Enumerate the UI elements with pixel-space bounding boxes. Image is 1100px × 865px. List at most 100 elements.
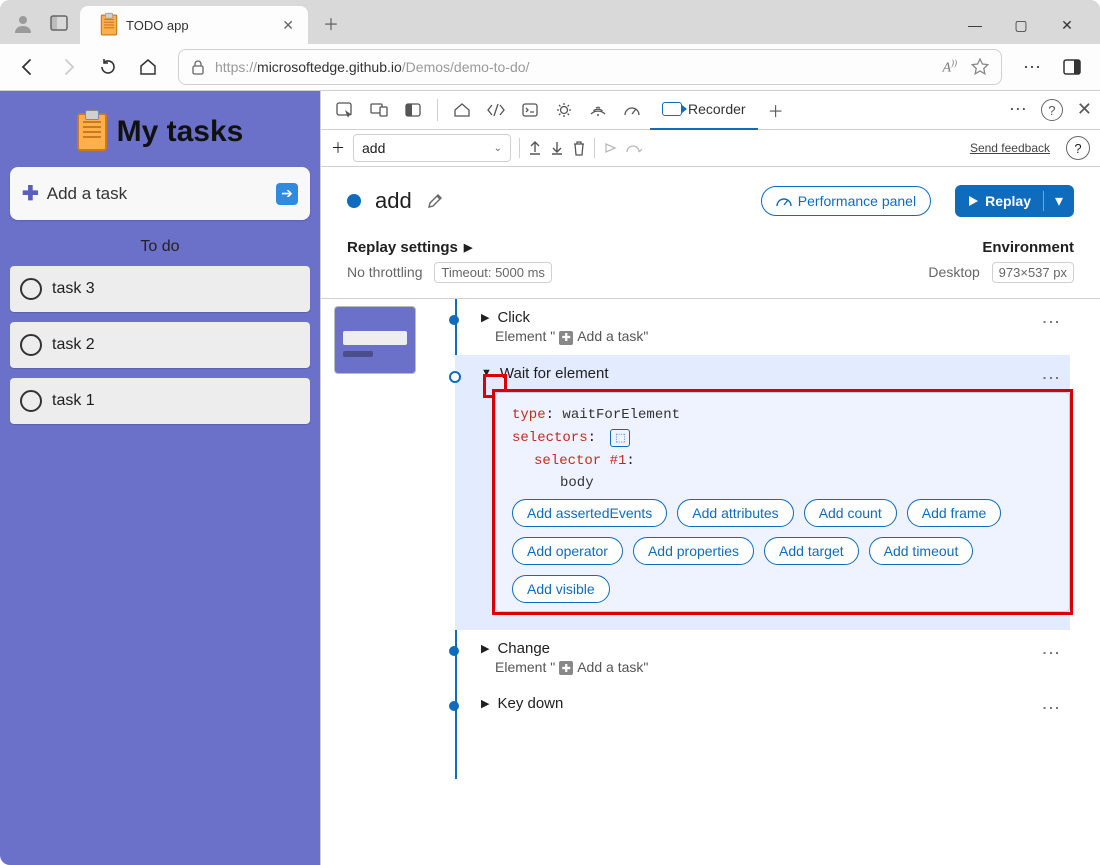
more-tabs-button[interactable]: ＋ <box>760 94 792 126</box>
network-icon[interactable] <box>582 94 614 126</box>
profile-button[interactable] <box>8 8 38 38</box>
plus-icon: ✚ <box>22 181 39 206</box>
step-click[interactable]: ▶Click Element "✚Add a task" ⋮ <box>455 299 1070 355</box>
url-text: https://microsoftedge.github.io/Demos/de… <box>215 59 529 75</box>
tab-favicon <box>101 15 118 36</box>
step-menu-icon[interactable]: ⋮ <box>1040 313 1062 329</box>
add-frame-button[interactable]: Add frame <box>907 499 1002 527</box>
feedback-link[interactable]: Send feedback <box>970 141 1050 155</box>
step-button[interactable] <box>625 142 643 154</box>
step-menu-icon[interactable]: ⋮ <box>1040 369 1062 385</box>
close-devtools-button[interactable]: ✕ <box>1077 99 1092 121</box>
tab-recorder[interactable]: Recorder <box>650 90 758 130</box>
selector-picker-icon[interactable]: ⬚ <box>610 429 630 447</box>
dock-icon[interactable] <box>397 94 429 126</box>
tab-title: TODO app <box>126 18 189 33</box>
add-asserted-events-button[interactable]: Add assertedEvents <box>512 499 667 527</box>
edit-name-icon[interactable] <box>426 192 444 210</box>
browser-toolbar: https://microsoftedge.github.io/Demos/de… <box>0 44 1100 91</box>
add-properties-button[interactable]: Add properties <box>633 537 754 565</box>
forward-button[interactable] <box>50 49 86 85</box>
address-bar[interactable]: https://microsoftedge.github.io/Demos/de… <box>178 49 1002 85</box>
window-controls: — ▢ ✕ <box>960 17 1100 34</box>
more-tools-button[interactable]: ⋯ <box>1009 99 1027 121</box>
back-button[interactable] <box>10 49 46 85</box>
step-wait-for-element[interactable]: ▼ Wait for element ⋮ type: waitForElemen… <box>455 355 1070 630</box>
task-radio[interactable] <box>20 334 42 356</box>
add-task-input[interactable]: ✚ Add a task ➔ <box>10 167 310 220</box>
help-icon[interactable]: ? <box>1041 99 1063 121</box>
recorder-header: add Performance panel Replay ▾ <box>321 167 1100 235</box>
recording-select[interactable]: add ⌄ <box>353 134 511 162</box>
favorite-icon[interactable] <box>971 58 989 76</box>
add-count-button[interactable]: Add count <box>804 499 897 527</box>
task-item[interactable]: task 3 <box>10 266 310 312</box>
steps-list: ▶Click Element "✚Add a task" ⋮ ▼ Wait fo… <box>321 299 1100 865</box>
close-window-button[interactable]: ✕ <box>1052 17 1082 34</box>
step-details: type: waitForElement selectors: ⬚ select… <box>495 392 1070 612</box>
performance-panel-button[interactable]: Performance panel <box>761 186 931 216</box>
add-attributes-button[interactable]: Add attributes <box>677 499 793 527</box>
welcome-icon[interactable] <box>446 94 478 126</box>
recorder-help-icon[interactable]: ? <box>1066 136 1090 160</box>
throttling-value: No throttling <box>347 264 422 280</box>
menu-button[interactable]: ⋯ <box>1014 49 1050 85</box>
section-title: To do <box>10 238 310 256</box>
import-button[interactable] <box>550 140 564 156</box>
replay-dropdown[interactable]: ▾ <box>1043 191 1074 211</box>
elements-icon[interactable] <box>480 94 512 126</box>
step-change[interactable]: ▶Change Element "✚Add a task" ⋮ <box>455 630 1070 686</box>
delete-button[interactable] <box>572 140 586 156</box>
maximize-button[interactable]: ▢ <box>1006 17 1036 34</box>
close-tab-icon[interactable]: ✕ <box>282 17 294 34</box>
tab-actions-button[interactable] <box>44 8 74 38</box>
task-item[interactable]: task 1 <box>10 378 310 424</box>
step-thumbnail[interactable] <box>335 307 415 373</box>
recording-name: add <box>375 188 412 214</box>
console-icon[interactable] <box>514 94 546 126</box>
replay-button[interactable]: Replay ▾ <box>955 185 1074 217</box>
step-menu-icon[interactable]: ⋮ <box>1040 699 1062 715</box>
submit-arrow-icon[interactable]: ➔ <box>276 183 298 205</box>
chevron-down-icon: ⌄ <box>494 143 502 154</box>
timeout-value: Timeout: 5000 ms <box>434 262 552 283</box>
task-label: task 1 <box>52 392 95 410</box>
add-operator-button[interactable]: Add operator <box>512 537 623 565</box>
reload-button[interactable] <box>90 49 126 85</box>
sources-icon[interactable] <box>548 94 580 126</box>
minimize-button[interactable]: — <box>960 17 990 34</box>
device-value: Desktop <box>928 264 979 280</box>
add-task-placeholder: Add a task <box>47 184 127 204</box>
devtools-pane: Recorder ＋ ⋯ ? ✕ ＋ add ⌄ Send feedback ? <box>320 91 1100 865</box>
lock-icon <box>191 59 205 75</box>
gauge-icon <box>776 195 792 207</box>
devtools-tabbar: Recorder ＋ ⋯ ? ✕ <box>321 91 1100 130</box>
inspect-icon[interactable] <box>329 94 361 126</box>
play-icon <box>967 195 979 207</box>
task-radio[interactable] <box>20 390 42 412</box>
performance-icon[interactable] <box>616 94 648 126</box>
home-button[interactable] <box>130 49 166 85</box>
device-toggle-icon[interactable] <box>363 94 395 126</box>
step-over-button[interactable] <box>603 141 617 155</box>
sidebar-toggle[interactable] <box>1054 49 1090 85</box>
browser-tab[interactable]: TODO app ✕ <box>80 6 308 44</box>
app-title: My tasks <box>10 113 310 151</box>
task-radio[interactable] <box>20 278 42 300</box>
task-label: task 2 <box>52 336 95 354</box>
export-button[interactable] <box>528 140 542 156</box>
new-tab-button[interactable]: ＋ <box>314 6 348 40</box>
recorder-bar: ＋ add ⌄ Send feedback ? <box>321 130 1100 167</box>
step-menu-icon[interactable]: ⋮ <box>1040 644 1062 660</box>
replay-settings-label[interactable]: Replay settings ▶ <box>347 239 552 256</box>
recording-status-dot <box>347 194 361 208</box>
add-visible-button[interactable]: Add visible <box>512 575 610 603</box>
environment-label: Environment <box>928 239 1074 256</box>
add-timeout-button[interactable]: Add timeout <box>869 537 974 565</box>
add-target-button[interactable]: Add target <box>764 537 859 565</box>
settings-row: Replay settings ▶ No throttling Timeout:… <box>321 235 1100 299</box>
read-aloud-icon[interactable]: A)) <box>942 58 957 77</box>
step-keydown[interactable]: ▶Key down ⋮ <box>455 685 1070 722</box>
task-item[interactable]: task 2 <box>10 322 310 368</box>
new-recording-button[interactable]: ＋ <box>331 138 345 158</box>
